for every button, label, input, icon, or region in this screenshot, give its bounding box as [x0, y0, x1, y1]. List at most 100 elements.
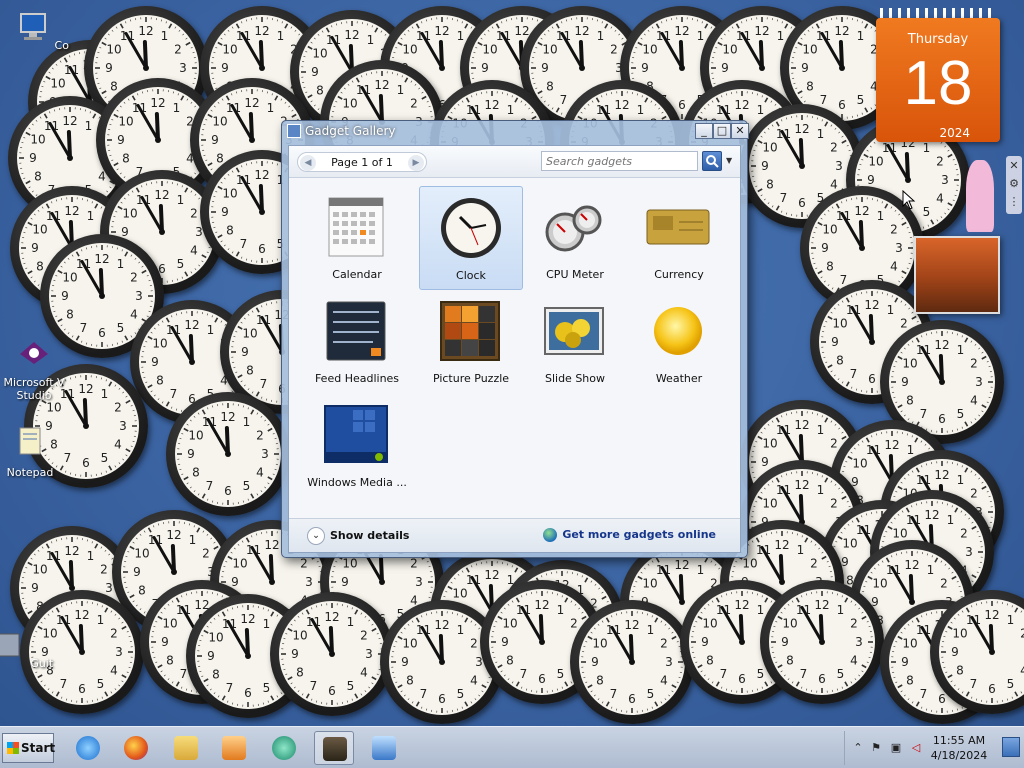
svg-text:1: 1: [857, 29, 865, 43]
svg-text:1: 1: [797, 543, 805, 557]
search-button[interactable]: [702, 151, 722, 171]
svg-text:10: 10: [482, 43, 497, 57]
svg-text:9: 9: [207, 649, 215, 663]
calendar-gadget[interactable]: Thursday 18 2024: [876, 8, 1000, 142]
minimize-button[interactable]: _: [695, 123, 713, 139]
svg-text:5: 5: [837, 667, 845, 681]
wrench-icon[interactable]: ⚙: [1006, 176, 1022, 192]
show-details-button[interactable]: ⌄ Show details: [307, 527, 409, 545]
svg-text:12: 12: [614, 98, 629, 112]
slide-show-gadget[interactable]: [914, 236, 1000, 314]
calendar-day: 18: [903, 49, 973, 118]
gadgets-icon: [323, 737, 347, 761]
svg-text:12: 12: [64, 204, 79, 218]
drag-handle-icon[interactable]: ⋮: [1006, 194, 1022, 210]
next-page-button[interactable]: ▶: [408, 155, 424, 171]
gadget-clock[interactable]: Clock: [419, 186, 523, 290]
clock-gadget[interactable]: 121234567891011: [930, 590, 1024, 714]
svg-text:8: 8: [166, 654, 174, 668]
svg-text:9: 9: [187, 447, 195, 461]
desktop-icon-label: Guit: [30, 657, 54, 670]
svg-text:8: 8: [826, 260, 834, 274]
clock-gadget[interactable]: 121234567891011: [270, 592, 394, 716]
taskbar-remote-desktop[interactable]: [364, 731, 404, 765]
gadget-picture-puzzle[interactable]: Picture Puzzle: [419, 290, 523, 394]
svg-text:1: 1: [101, 387, 109, 401]
search-options-chevron-down-icon[interactable]: ▼: [726, 156, 736, 165]
svg-text:7: 7: [206, 479, 214, 493]
close-icon[interactable]: ✕: [1006, 158, 1022, 174]
svg-text:2: 2: [850, 617, 858, 631]
clock-date[interactable]: 4/18/2024: [929, 749, 989, 762]
svg-text:10: 10: [702, 617, 717, 631]
clock-gadget[interactable]: 121234567891011: [760, 580, 884, 704]
gadget-feed-headlines[interactable]: Feed Headlines: [305, 290, 409, 394]
taskbar-remote-app[interactable]: [264, 731, 304, 765]
svg-text:2: 2: [110, 627, 118, 641]
gadget-windows-media-center[interactable]: Windows Media ...: [305, 394, 409, 498]
svg-text:12: 12: [62, 114, 77, 128]
svg-text:12: 12: [138, 24, 153, 38]
gadget-cpu-meter[interactable]: CPU Meter: [523, 186, 627, 290]
svg-text:9: 9: [133, 565, 141, 579]
svg-text:1: 1: [597, 29, 605, 43]
bunny-gadget[interactable]: [966, 160, 994, 232]
action-center-flag-icon[interactable]: ⚑: [869, 741, 883, 755]
svg-text:3: 3: [305, 575, 313, 589]
clock-time[interactable]: 11:55 AM: [929, 734, 989, 747]
svg-text:9: 9: [781, 635, 789, 649]
gadget-name: Clock: [456, 269, 486, 282]
show-desktop-button[interactable]: [1002, 737, 1020, 757]
taskbar-firefox[interactable]: [116, 731, 156, 765]
chevron-down-icon: ⌄: [307, 527, 325, 545]
close-button[interactable]: ✕: [731, 123, 749, 139]
svg-text:1: 1: [817, 127, 825, 141]
gadgets-window-icon: [287, 124, 301, 138]
svg-text:12: 12: [374, 78, 389, 92]
svg-text:12: 12: [984, 608, 999, 622]
svg-text:3: 3: [855, 635, 863, 649]
clock-gadget[interactable]: 121234567891011: [570, 600, 694, 724]
svg-text:10: 10: [122, 207, 137, 221]
start-button[interactable]: Start: [2, 733, 55, 763]
desktop-icon-notepad[interactable]: Notepad: [0, 424, 70, 479]
show-details-label: Show details: [330, 529, 410, 542]
svg-text:10: 10: [232, 557, 247, 571]
taskbar-file-explorer[interactable]: [166, 731, 206, 765]
volume-muted-icon[interactable]: ◁: [909, 741, 923, 755]
desktop-icon-visual-studio[interactable]: Microsoft V Studio: [0, 334, 74, 402]
get-more-gadgets-link[interactable]: Get more gadgets online: [543, 528, 716, 542]
gadget-slide-show[interactable]: Slide Show: [523, 290, 627, 394]
svg-text:2: 2: [660, 637, 668, 651]
svg-text:7: 7: [970, 677, 978, 691]
title-bar[interactable]: Gadget Gallery _ □ ✕: [282, 121, 749, 141]
desktop-icon-shortcut[interactable]: Guit: [0, 628, 62, 670]
show-hidden-icons-chevron-up-icon[interactable]: ⌃: [851, 741, 865, 755]
gadget-name: CPU Meter: [546, 268, 604, 281]
taskbar-media-player[interactable]: [214, 731, 254, 765]
svg-text:10: 10: [134, 547, 149, 561]
taskbar-internet-explorer[interactable]: [68, 731, 108, 765]
svg-text:9: 9: [161, 635, 169, 649]
svg-text:7: 7: [520, 667, 528, 681]
svg-text:2: 2: [960, 527, 968, 541]
svg-text:5: 5: [347, 679, 355, 693]
network-icon[interactable]: ▣: [889, 741, 903, 755]
maximize-button[interactable]: □: [713, 123, 731, 139]
gadget-grid: Calendar Clock CPU Meter Currency Feed H…: [305, 186, 729, 502]
svg-text:6: 6: [78, 682, 86, 696]
desktop-icon-computer[interactable]: Co: [2, 10, 82, 52]
gadget-weather[interactable]: Weather: [627, 290, 731, 394]
gadget-currency[interactable]: Currency: [627, 186, 731, 290]
svg-text:12: 12: [934, 468, 949, 482]
svg-text:12: 12: [220, 410, 235, 424]
search-input[interactable]: [542, 152, 697, 170]
previous-page-button[interactable]: ◀: [300, 155, 316, 171]
svg-text:9: 9: [501, 635, 509, 649]
clock-gadget[interactable]: 121234567891011: [166, 392, 290, 516]
gadget-calendar[interactable]: Calendar: [305, 186, 409, 290]
svg-text:10: 10: [742, 557, 757, 571]
svg-text:8: 8: [766, 178, 774, 192]
svg-text:1: 1: [87, 549, 95, 563]
taskbar-gadgets[interactable]: [314, 731, 354, 765]
